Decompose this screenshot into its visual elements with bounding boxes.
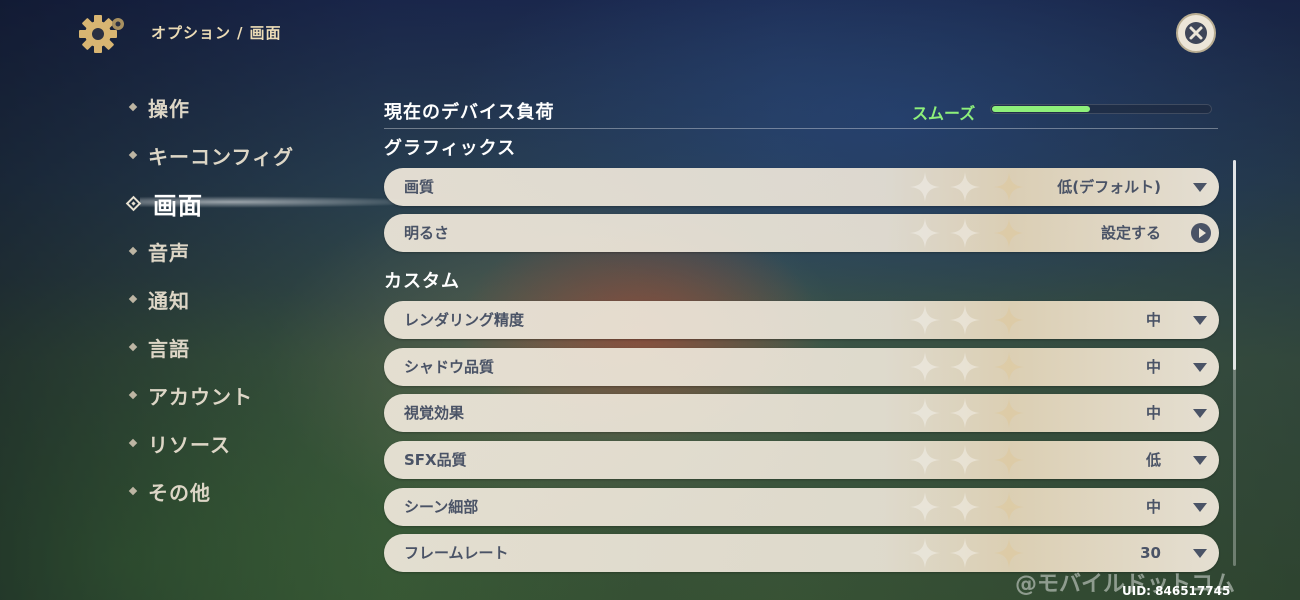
settings-scrollbar[interactable] — [1233, 160, 1236, 566]
sidebar-item-resources[interactable]: リソース — [128, 428, 231, 458]
diamond-bullet-icon — [128, 438, 138, 448]
sparkle-decoration — [910, 172, 940, 202]
scrollbar-thumb[interactable] — [1233, 160, 1236, 370]
sidebar-item-notifications[interactable]: 通知 — [128, 284, 190, 314]
close-button[interactable] — [1176, 13, 1216, 53]
chevron-down-icon[interactable] — [1193, 316, 1207, 325]
sparkle-decoration — [910, 445, 940, 475]
arrow-circle-icon[interactable] — [1191, 223, 1211, 243]
chevron-down-icon[interactable] — [1193, 456, 1207, 465]
diamond-bullet-icon — [128, 342, 138, 352]
chevron-down-icon[interactable] — [1193, 549, 1207, 558]
sidebar-item-label: 言語 — [148, 336, 190, 361]
diamond-selected-icon — [125, 195, 142, 211]
diamond-bullet-icon — [128, 390, 138, 400]
chevron-down-icon[interactable] — [1193, 183, 1207, 192]
close-icon — [1185, 22, 1207, 44]
diamond-bullet-icon — [128, 102, 138, 112]
sparkle-decoration — [994, 172, 1024, 202]
setting-label: 明るさ — [404, 224, 450, 242]
sparkle-decoration — [994, 538, 1024, 568]
sidebar-item-controls[interactable]: 操作 — [128, 92, 190, 122]
setting-row-shadow-quality[interactable]: シャドウ品質 中 — [384, 348, 1219, 386]
breadcrumb-page: 画面 — [249, 24, 282, 42]
sparkle-decoration — [994, 218, 1024, 248]
sidebar-item-label: リソース — [148, 432, 231, 457]
sparkle-decoration — [910, 492, 940, 522]
setting-label: 視覚効果 — [404, 404, 465, 422]
setting-row-brightness[interactable]: 明るさ 設定する — [384, 214, 1219, 252]
sparkle-decoration — [950, 445, 980, 475]
sidebar-item-label: その他 — [148, 480, 211, 505]
setting-row-graphics-quality[interactable]: 画質 低(デフォルト) — [384, 168, 1219, 206]
sparkle-decoration — [950, 398, 980, 428]
setting-value: 中 — [1145, 404, 1161, 422]
sparkle-decoration — [950, 538, 980, 568]
sparkle-decoration — [910, 538, 940, 568]
sparkle-decoration — [950, 352, 980, 382]
setting-label: フレームレート — [404, 544, 509, 562]
sidebar-item-label: アカウント — [148, 384, 253, 409]
sidebar-item-audio[interactable]: 音声 — [128, 236, 190, 266]
section-divider — [384, 128, 1218, 129]
setting-row-render-resolution[interactable]: レンダリング精度 中 — [384, 301, 1219, 339]
setting-label: シャドウ品質 — [404, 358, 495, 376]
device-load-bar — [990, 104, 1212, 114]
breadcrumb-section: オプション — [151, 24, 232, 42]
diamond-bullet-icon — [128, 294, 138, 304]
setting-value: 設定する — [1100, 224, 1161, 242]
setting-label: シーン細部 — [404, 498, 479, 516]
sidebar-item-label: 音声 — [148, 240, 190, 265]
graphics-section-title: グラフィックス — [384, 138, 517, 159]
sidebar-item-other[interactable]: その他 — [128, 476, 211, 506]
setting-value: 中 — [1145, 358, 1161, 376]
sparkle-decoration — [910, 218, 940, 248]
sparkle-decoration — [994, 445, 1024, 475]
setting-label: レンダリング精度 — [404, 311, 525, 329]
sidebar-item-language[interactable]: 言語 — [128, 332, 190, 362]
sparkle-decoration — [950, 172, 980, 202]
diamond-bullet-icon — [128, 246, 138, 256]
sidebar-item-key-config[interactable]: キーコンフィグ — [128, 140, 294, 170]
sparkle-decoration — [910, 398, 940, 428]
sparkle-decoration — [910, 352, 940, 382]
device-load-status: スムーズ — [912, 104, 976, 123]
chevron-down-icon[interactable] — [1193, 363, 1207, 372]
sparkle-decoration — [994, 492, 1024, 522]
device-load-title: 現在のデバイス負荷 — [384, 102, 555, 123]
diamond-bullet-icon — [128, 486, 138, 496]
setting-value: 低(デフォルト) — [1057, 178, 1161, 196]
setting-row-visual-effects[interactable]: 視覚効果 中 — [384, 394, 1219, 432]
sparkle-decoration — [950, 305, 980, 335]
sparkle-decoration — [950, 218, 980, 248]
sidebar-item-label: 操作 — [148, 96, 190, 121]
sparkle-decoration — [950, 492, 980, 522]
sparkle-decoration — [994, 305, 1024, 335]
sparkle-decoration — [994, 398, 1024, 428]
setting-value: 中 — [1145, 311, 1161, 329]
setting-value: 低 — [1145, 451, 1161, 469]
device-load-bar-fill — [992, 106, 1090, 112]
sidebar-item-display[interactable]: 画面 — [125, 188, 203, 220]
sparkle-decoration — [994, 352, 1024, 382]
sidebar-item-label: 画面 — [153, 191, 203, 220]
setting-value: 中 — [1145, 498, 1161, 516]
breadcrumb: オプション / 画面 — [151, 22, 282, 43]
setting-label: SFX品質 — [404, 451, 467, 469]
custom-section-title: カスタム — [384, 271, 460, 292]
chevron-down-icon[interactable] — [1193, 409, 1207, 418]
setting-row-sfx-quality[interactable]: SFX品質 低 — [384, 441, 1219, 479]
setting-label: 画質 — [404, 178, 435, 196]
sidebar-item-label: キーコンフィグ — [148, 144, 294, 169]
diamond-bullet-icon — [128, 150, 138, 160]
sparkle-decoration — [910, 305, 940, 335]
breadcrumb-separator: / — [237, 24, 244, 42]
uid-label: UID: 846517745 — [1122, 584, 1231, 598]
gear-icon — [78, 12, 130, 56]
sidebar-item-label: 通知 — [148, 288, 190, 313]
setting-row-scene-detail[interactable]: シーン細部 中 — [384, 488, 1219, 526]
sidebar-item-account[interactable]: アカウント — [128, 380, 253, 410]
chevron-down-icon[interactable] — [1193, 503, 1207, 512]
